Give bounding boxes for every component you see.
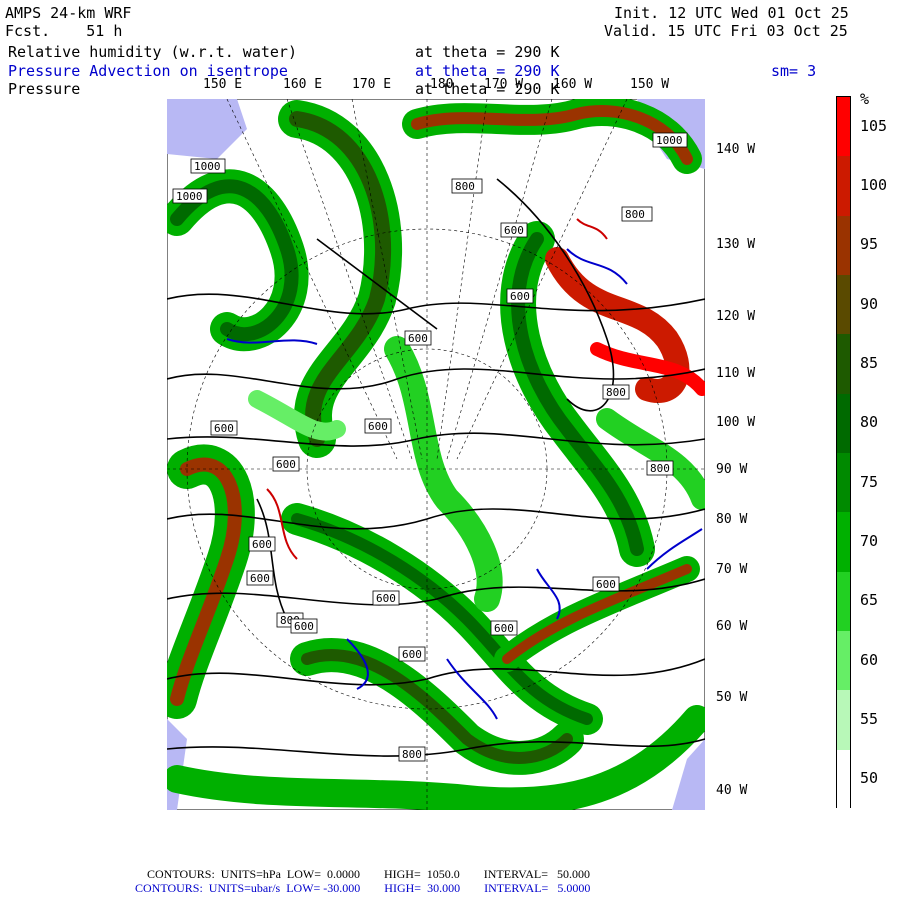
top-lon-label: 160 W <box>553 77 593 92</box>
pressure-label-text: 800 <box>606 386 626 399</box>
field-level-rh: at theta = 290 K <box>415 43 560 61</box>
pressure-label: 600 <box>364 418 392 434</box>
colorbar-label: 100 <box>860 176 888 194</box>
colorbar-label: 95 <box>860 235 879 254</box>
model-title: AMPS 24-km WRF <box>5 4 132 22</box>
map-panel: 1000 1000 800 800 600 600 600 1000 800 6… <box>167 99 705 810</box>
colorbar <box>836 96 851 810</box>
pressure-label-text: 600 <box>376 592 396 605</box>
top-lon-label: 150 W <box>630 77 670 92</box>
pressure-label-text: 800 <box>650 462 670 475</box>
pressure-label: 600 <box>246 570 274 586</box>
right-lon-label: 140 W <box>716 142 756 157</box>
colorbar-unit: % <box>860 90 870 108</box>
field-name-rh: Relative humidity (w.r.t. water) <box>8 43 297 61</box>
pressure-label: 600 <box>490 620 518 636</box>
pressure-label: 600 <box>592 576 620 592</box>
pressure-label: 600 <box>506 288 534 304</box>
pressure-label: 800 <box>602 384 630 400</box>
pressure-label: 600 <box>500 222 528 238</box>
right-lon-label: 100 W <box>716 415 756 430</box>
colorbar-label: 105 <box>860 116 888 135</box>
right-lon-label: 40 W <box>716 783 748 798</box>
pressure-label: 800 <box>451 178 483 194</box>
pressure-label: 800 <box>621 206 653 222</box>
pressure-label: 600 <box>210 420 238 436</box>
pressure-label-text: 600 <box>596 578 616 591</box>
colorbar-segment <box>837 453 850 513</box>
pressure-label-text: 800 <box>625 208 645 221</box>
pressure-label-text: 600 <box>510 290 530 303</box>
right-lon-label: 110 W <box>716 366 756 381</box>
pressure-label: 600 <box>398 646 426 662</box>
right-lon-label: 60 W <box>716 619 748 634</box>
colorbar-label: 65 <box>860 591 879 610</box>
right-lon-label: 70 W <box>716 562 748 577</box>
right-lon-label: 90 W <box>716 462 748 477</box>
pressure-label-text: 800 <box>402 748 422 761</box>
colorbar-label: 85 <box>860 354 879 372</box>
colorbar-label: 70 <box>860 532 879 550</box>
colorbar-segment <box>837 690 850 751</box>
colorbar-segment <box>837 749 850 810</box>
pressure-label: 600 <box>372 590 400 606</box>
top-lon-label: 150 E <box>203 77 243 92</box>
right-lon-label: 120 W <box>716 309 756 324</box>
field-smoothing: sm= 3 <box>771 62 817 80</box>
field-name-pressure: Pressure <box>8 80 81 98</box>
pressure-label-text: 600 <box>408 332 428 345</box>
pressure-label-text: 1000 <box>656 134 683 147</box>
pressure-label-text: 600 <box>504 224 524 237</box>
top-lon-label: 170 W <box>484 77 524 92</box>
pressure-label: 800 <box>398 746 426 762</box>
top-lon-label: 170 E <box>352 77 392 92</box>
footer-pressure-contours: CONTOURS: UNITS=hPa LOW= 0.0000 HIGH= 10… <box>147 867 590 881</box>
right-lon-label: 50 W <box>716 690 748 705</box>
colorbar-segment <box>837 215 850 276</box>
colorbar-segment <box>837 156 850 217</box>
pressure-label-text: 600 <box>402 648 422 661</box>
colorbar-label: 75 <box>860 472 879 491</box>
pressure-label: 600 <box>290 618 318 634</box>
pressure-label: 1000 <box>172 188 208 204</box>
footer-advection-contours: CONTOURS: UNITS=ubar/s LOW= -30.000 HIGH… <box>135 881 591 895</box>
colorbar-segment <box>837 334 850 395</box>
colorbar-label: 90 <box>860 294 879 313</box>
colorbar-segment <box>837 631 850 691</box>
colorbar-label: 50 <box>860 769 879 788</box>
right-lon-label: 130 W <box>716 237 756 252</box>
pressure-label: 600 <box>248 536 276 552</box>
pressure-label: 600 <box>272 456 300 472</box>
pressure-label: 1000 <box>652 132 688 148</box>
top-lon-label: 180 <box>430 77 454 92</box>
pressure-label-text: 600 <box>494 622 514 635</box>
top-lon-label: 160 E <box>283 77 323 92</box>
pressure-label-text: 1000 <box>194 160 221 173</box>
colorbar-segment <box>837 393 850 454</box>
colorbar-label: 55 <box>860 710 879 728</box>
pressure-label-text: 1000 <box>176 190 203 203</box>
colorbar-segment <box>837 571 850 632</box>
colorbar-label: 80 <box>860 413 879 432</box>
pressure-label: 600 <box>404 330 432 346</box>
colorbar-label: 60 <box>860 650 879 669</box>
pressure-label: 800 <box>646 460 674 476</box>
colorbar-segment <box>837 512 850 573</box>
colorbar-segment <box>837 275 850 335</box>
forecast-hour: Fcst. 51 h <box>5 22 123 40</box>
pressure-label-text: 600 <box>276 458 296 471</box>
pressure-label-text: 600 <box>368 420 388 433</box>
pressure-label-text: 600 <box>250 572 270 585</box>
pressure-label-text: 600 <box>294 620 314 633</box>
pressure-label-text: 600 <box>252 538 272 551</box>
pressure-label: 1000 <box>190 158 226 174</box>
valid-time: Valid. 15 UTC Fri 03 Oct 25 <box>604 22 848 40</box>
field-name-padv: Pressure Advection on isentrope <box>8 62 288 80</box>
colorbar-segment <box>837 97 850 157</box>
right-lon-label: 80 W <box>716 512 748 527</box>
init-time: Init. 12 UTC Wed 01 Oct 25 <box>614 4 849 22</box>
pressure-label-text: 800 <box>455 180 475 193</box>
pressure-label-text: 600 <box>214 422 234 435</box>
